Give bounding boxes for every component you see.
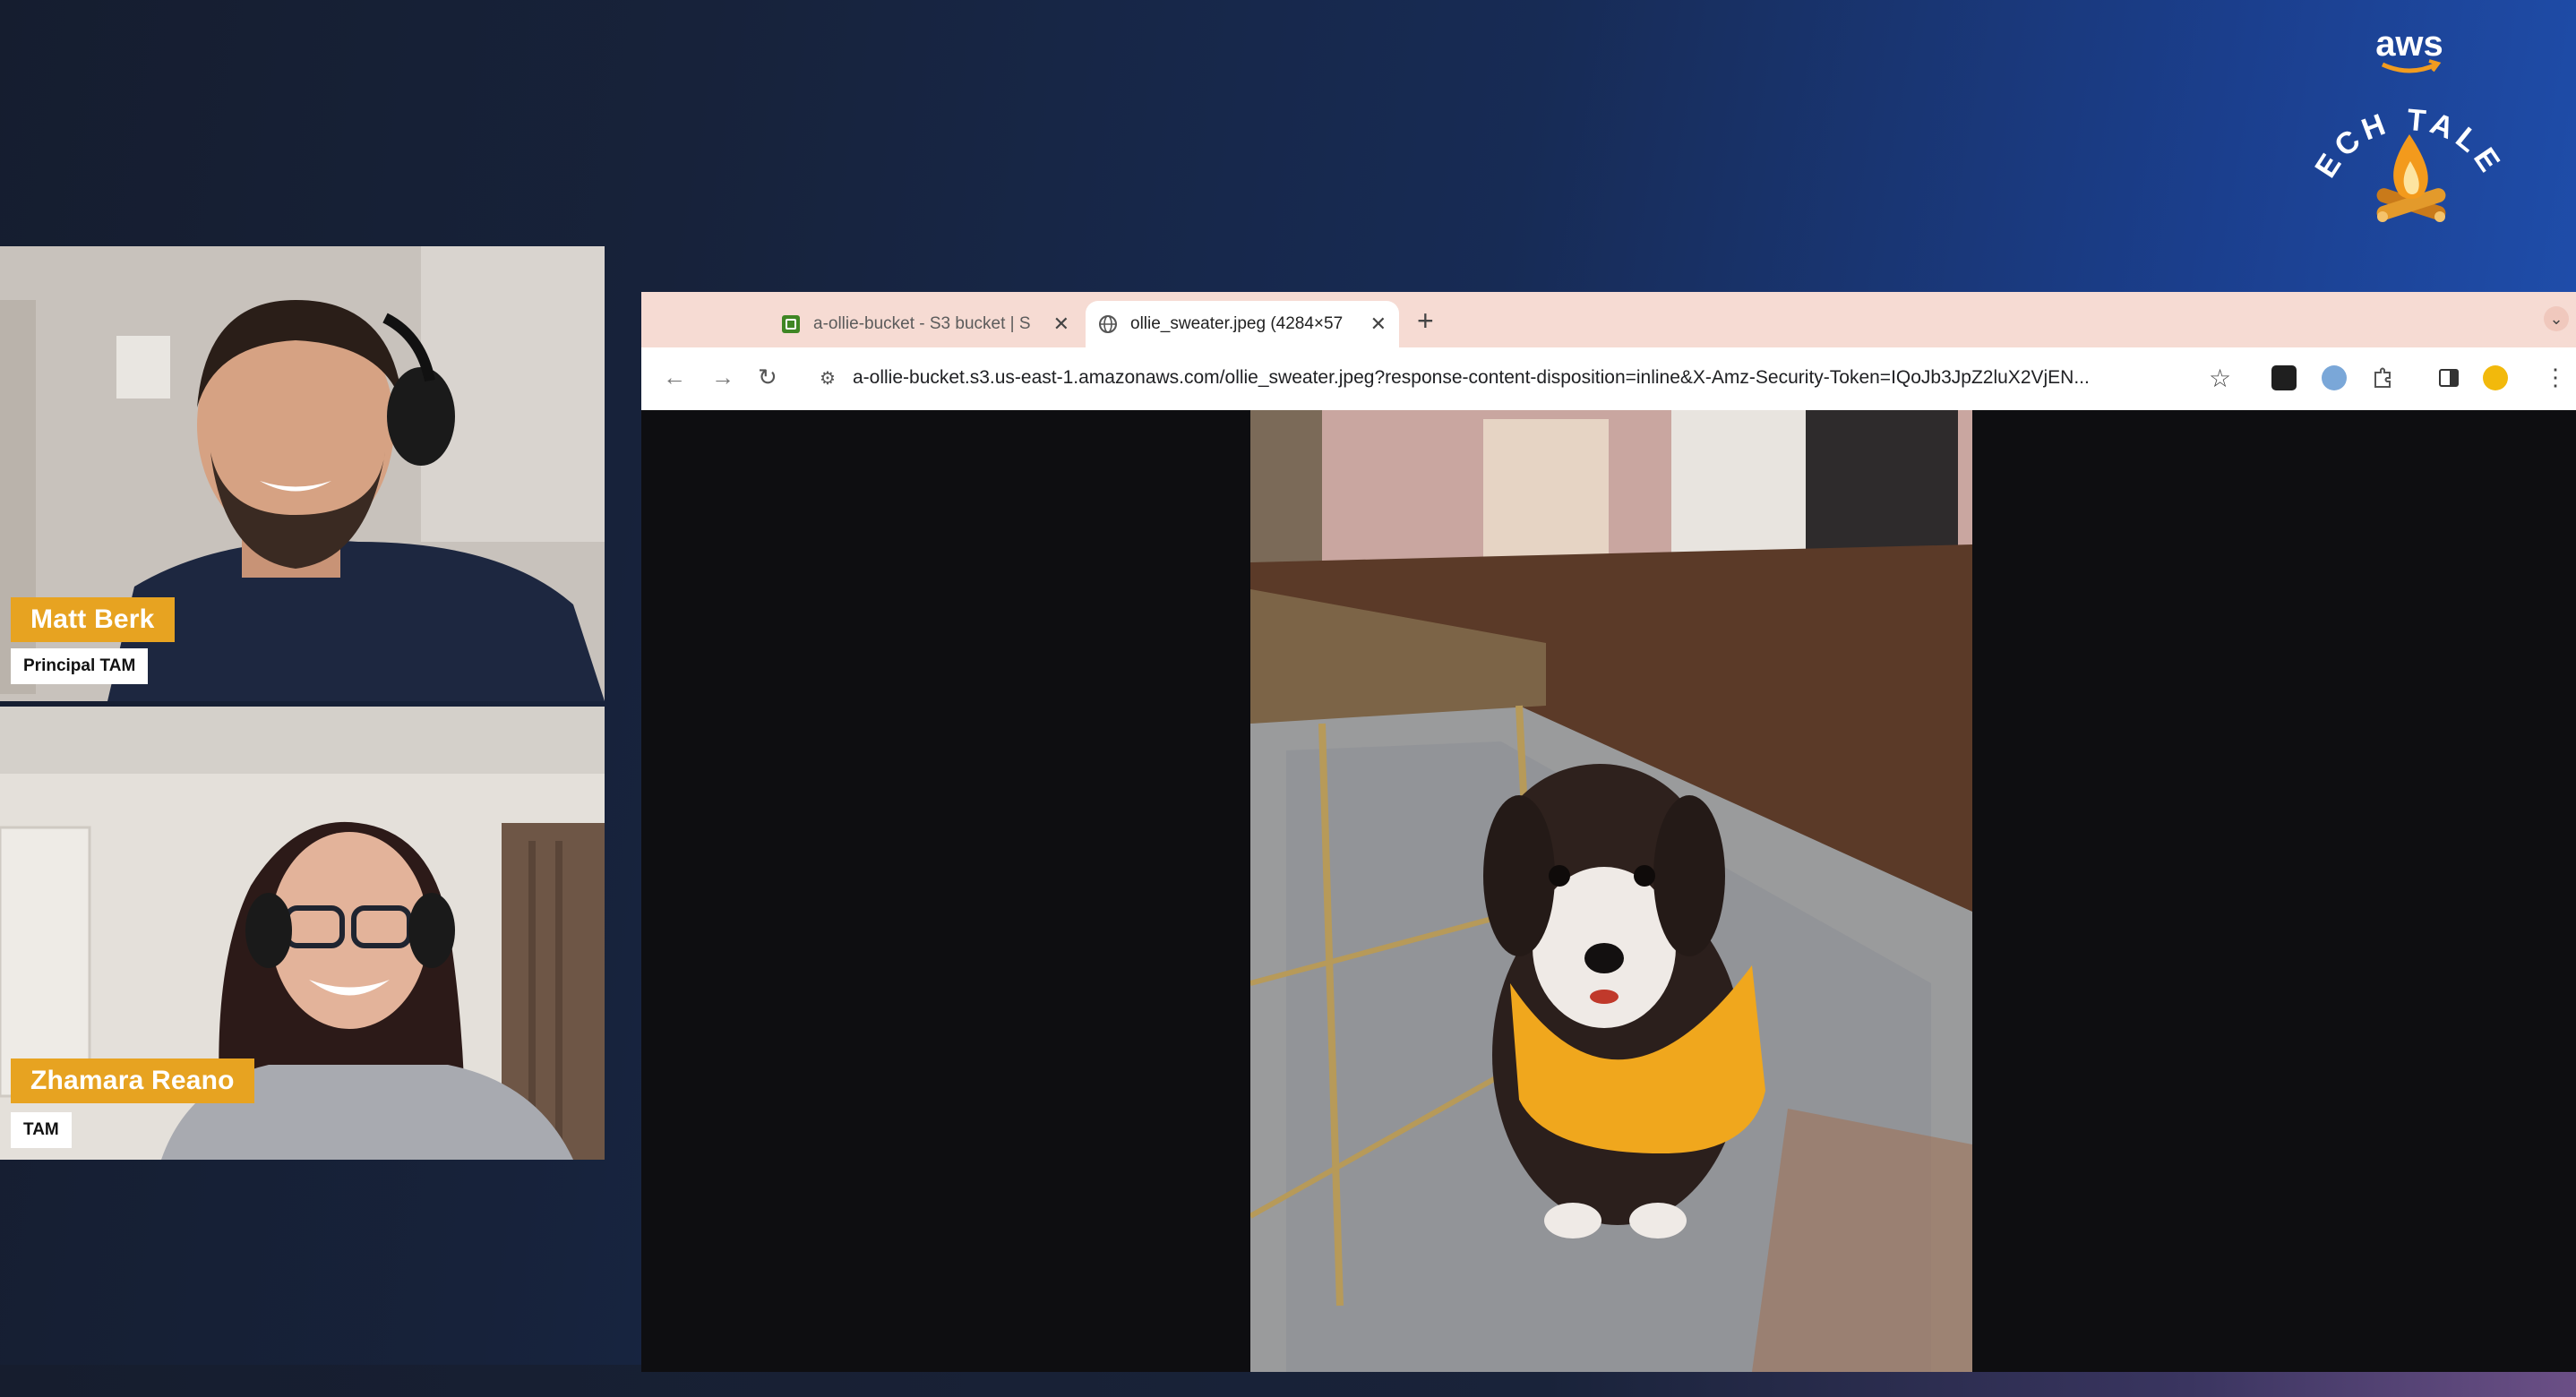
participant-video-matt: Matt Berk Principal TAM <box>0 246 605 701</box>
profile-avatar-icon[interactable] <box>2483 365 2508 390</box>
aws-tech-tales-logo: aws TECH TALES <box>2293 18 2504 222</box>
tab-title: a-ollie-bucket - S3 bucket | S <box>813 314 1031 333</box>
tab-strip: a-ollie-bucket - S3 bucket | S ✕ ollie_s… <box>641 292 2576 347</box>
tab-close-icon[interactable]: ✕ <box>1370 313 1387 336</box>
browser-menu-icon[interactable]: ⋮ <box>2544 364 2567 391</box>
site-settings-icon[interactable]: ⚙ <box>811 367 844 390</box>
participant-name-tag: Matt Berk <box>11 597 175 642</box>
extensions-puzzle-icon[interactable] <box>2370 365 2395 390</box>
globe-icon <box>1099 315 1117 333</box>
participant-role-tag: Principal TAM <box>11 648 149 684</box>
dog-in-yellow-sweater-photo <box>1250 410 1972 1372</box>
extension-incognito-icon[interactable] <box>2271 365 2297 390</box>
tab-s3-bucket[interactable]: a-ollie-bucket - S3 bucket | S ✕ <box>769 301 1082 347</box>
browser-window: a-ollie-bucket - S3 bucket | S ✕ ollie_s… <box>641 292 2576 1372</box>
aws-s3-favicon <box>782 315 800 333</box>
campfire-icon <box>2376 134 2446 222</box>
participant-name-tag: Zhamara Reano <box>11 1058 254 1103</box>
tab-search-icon[interactable]: ⌄ <box>2544 306 2569 331</box>
participant-role-tag: TAM <box>11 1112 72 1148</box>
tab-close-icon[interactable]: ✕ <box>1053 313 1069 336</box>
forward-arrow-icon[interactable]: → <box>711 364 734 391</box>
side-panel-icon[interactable] <box>2436 365 2461 390</box>
tab-ollie-sweater[interactable]: ollie_sweater.jpeg (4284×57 ✕ <box>1086 301 1399 347</box>
tab-title: ollie_sweater.jpeg (4284×57 <box>1130 314 1344 333</box>
participant-video-zhamara: Zhamara Reano TAM <box>0 707 605 1160</box>
aws-wordmark: aws <box>2375 24 2443 64</box>
bookmark-star-icon[interactable]: ☆ <box>2209 364 2231 393</box>
page-viewport <box>641 410 2576 1372</box>
reload-icon[interactable]: ↻ <box>758 364 777 391</box>
address-bar-url[interactable]: a-ollie-bucket.s3.us-east-1.amazonaws.co… <box>853 367 2196 389</box>
back-arrow-icon[interactable]: ← <box>663 364 686 391</box>
new-tab-button[interactable]: + <box>1417 304 1434 338</box>
extension-profile-icon[interactable] <box>2322 365 2347 390</box>
address-bar[interactable]: ⚙ a-ollie-bucket.s3.us-east-1.amazonaws.… <box>803 356 2236 399</box>
browser-toolbar: ← → ↻ ⚙ a-ollie-bucket.s3.us-east-1.amaz… <box>641 347 2576 410</box>
